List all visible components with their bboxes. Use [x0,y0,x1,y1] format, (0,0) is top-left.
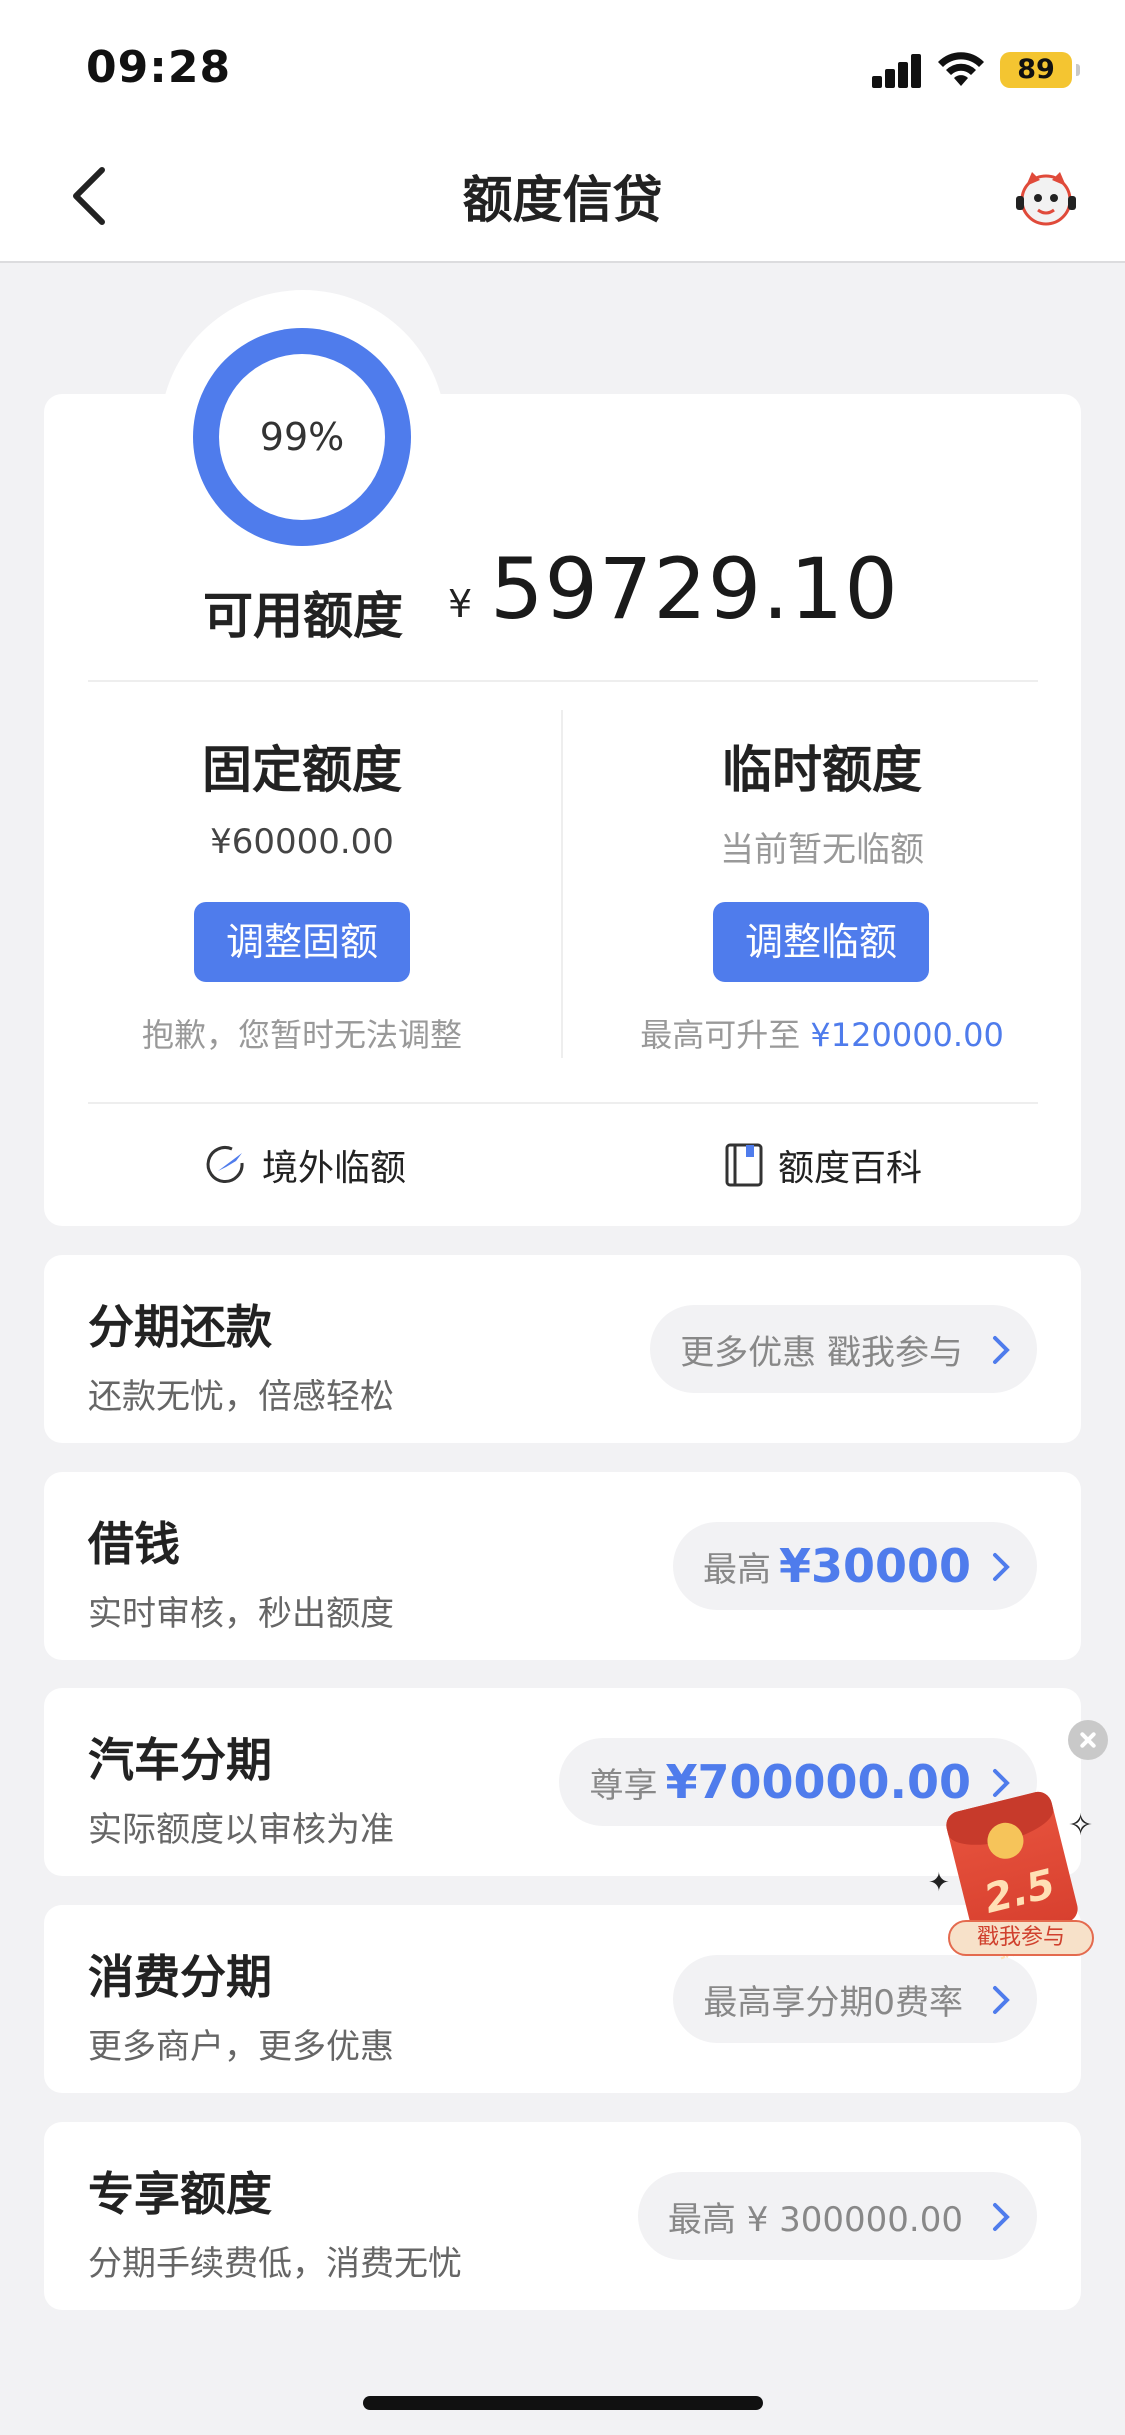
fixed-credit-value: ¥60000.00 [210,822,394,862]
credit-wiki-label: 额度百科 [778,1148,923,1189]
chevron-right-icon [993,1336,1010,1364]
top-bar: 09:28 89 额度信贷 [0,0,1125,263]
divider [88,680,1038,682]
fixed-credit-note: 抱歉，您暂时无法调整 [141,1016,462,1054]
overseas-temp-credit-label: 境外临额 [262,1148,407,1189]
signal-icon [872,54,922,88]
chevron-right-icon [993,1553,1010,1581]
chevron-right-icon [993,1986,1010,2014]
temp-credit-max: ¥120000.00 [810,1016,1004,1054]
item-pill[interactable]: 更多优惠 戳我参与 [650,1305,1037,1393]
plane-globe-icon [206,1146,244,1183]
divider [88,1102,1038,1104]
item-pill[interactable]: 最高享分期0费率 [673,1955,1037,2043]
usage-percent: 99% [219,354,385,520]
chevron-right-icon [993,2203,1010,2231]
promo-discount: 2.5 [979,1860,1060,1923]
list-item-installment-repay[interactable]: 分期还款 还款无忧，倍感轻松 更多优惠 戳我参与 [44,1255,1081,1443]
item-title: 汽车分期 [88,1733,272,1787]
chevron-right-icon [993,1769,1010,1797]
item-title: 消费分期 [88,1950,272,2004]
promo-cta-button[interactable]: 戳我参与 [948,1920,1094,1956]
list-item-consumer-installment[interactable]: 消费分期 更多商户，更多优惠 最高享分期0费率 [44,1905,1081,2093]
wifi-icon [938,52,984,86]
item-title: 专享额度 [88,2167,272,2221]
close-icon[interactable] [1068,1720,1108,1760]
list-item-borrow[interactable]: 借钱 实时审核，秒出额度 最高 ¥30000 [44,1472,1081,1660]
sparkle-icon: ✦ [928,1868,950,1898]
fixed-credit-title: 固定额度 [202,741,402,799]
item-subtitle: 更多商户，更多优惠 [88,2027,394,2067]
sparkle-icon: ✧ [1068,1808,1094,1843]
status-time: 09:28 [86,42,232,93]
adjust-fixed-button[interactable]: 调整固额 [194,902,410,982]
item-title: 分期还款 [88,1300,272,1354]
credit-wiki-link[interactable]: 额度百科 [724,1140,922,1190]
adjust-temp-button[interactable]: 调整临额 [713,902,929,982]
customer-service-icon[interactable] [1012,164,1080,232]
list-item-exclusive-credit[interactable]: 专享额度 分期手续费低，消费无忧 最高 ¥ 300000.00 [44,2122,1081,2310]
battery-icon: 89 [1000,52,1080,88]
home-indicator [363,2396,763,2410]
temp-credit-title: 临时额度 [722,741,922,799]
available-credit-label: 可用额度 [203,587,403,645]
page-title: 额度信贷 [462,171,663,229]
item-pill[interactable]: 最高 ¥30000 [672,1522,1037,1610]
temp-credit-value: 当前暂无临额 [720,830,924,870]
overseas-temp-credit-link[interactable]: 境外临额 [204,1140,406,1190]
item-subtitle: 分期手续费低，消费无忧 [88,2244,462,2284]
item-subtitle: 实际额度以审核为准 [88,1810,394,1850]
item-title: 借钱 [88,1517,180,1571]
currency-symbol: ¥ [448,582,473,626]
available-credit-amount: 59729.10 [490,540,899,638]
book-icon [725,1143,763,1187]
item-pill[interactable]: 最高 ¥ 300000.00 [637,2172,1037,2260]
list-item-car-installment[interactable]: 汽车分期 实际额度以审核为准 尊享 ¥700000.00 [44,1688,1081,1876]
item-subtitle: 还款无忧，倍感轻松 [88,1377,394,1417]
temp-credit-note: 最高可升至 ¥120000.00 [640,1016,1004,1054]
item-subtitle: 实时审核，秒出额度 [88,1594,394,1634]
column-divider [561,710,563,1058]
